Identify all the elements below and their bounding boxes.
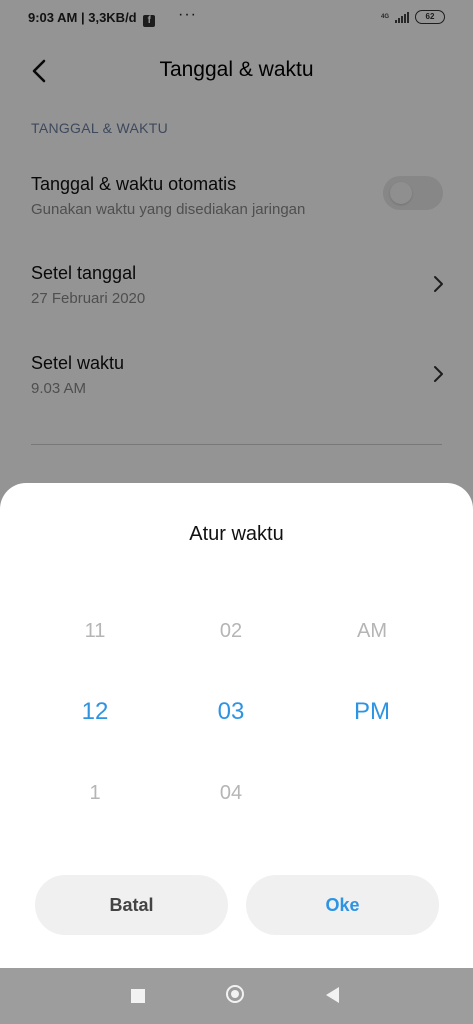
- dialog-title: Atur waktu: [189, 523, 284, 545]
- cancel-button[interactable]: Batal: [35, 875, 228, 935]
- minute-prev[interactable]: 02: [171, 620, 291, 643]
- ok-button[interactable]: Oke: [246, 875, 439, 935]
- hour-next[interactable]: 1: [35, 782, 155, 805]
- back-icon[interactable]: [326, 987, 339, 1003]
- hour-selected[interactable]: 12: [35, 698, 155, 726]
- minute-next[interactable]: 04: [171, 782, 291, 805]
- navigation-bar: [0, 968, 473, 1024]
- home-icon[interactable]: [226, 985, 244, 1003]
- ampm-prev[interactable]: AM: [312, 620, 432, 643]
- hour-prev[interactable]: 11: [35, 620, 155, 643]
- time-picker-dialog: Atur waktu 11 12 1 02 03 04 AM PM Batal …: [0, 483, 473, 968]
- ampm-selected[interactable]: PM: [312, 698, 432, 726]
- recents-icon[interactable]: [131, 989, 145, 1003]
- minute-selected[interactable]: 03: [171, 698, 291, 726]
